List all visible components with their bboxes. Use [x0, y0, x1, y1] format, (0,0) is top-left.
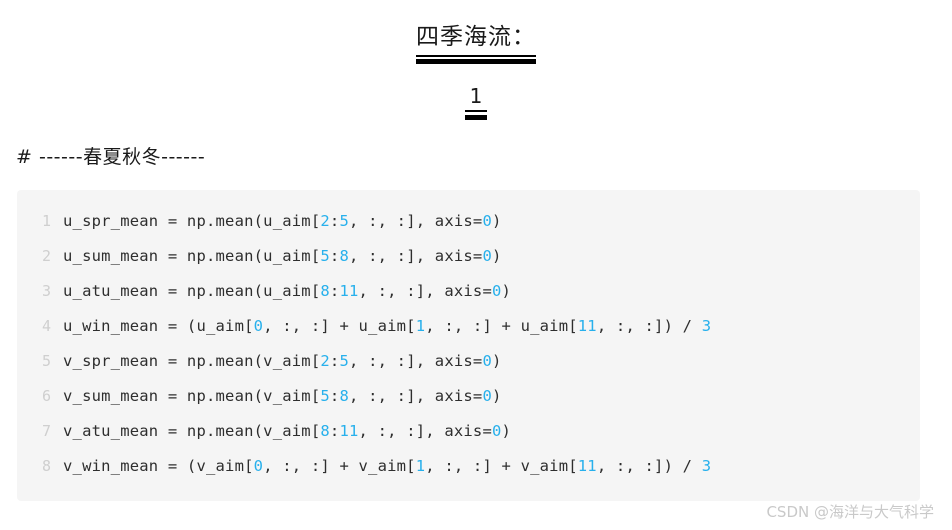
code-number-token: 5	[320, 387, 330, 405]
code-plain-token: , :, :]) /	[596, 317, 702, 335]
code-number-token: 0	[482, 387, 492, 405]
code-plain-token: , :, :] + u_aim[	[425, 317, 578, 335]
code-number-token: 0	[482, 247, 492, 265]
code-number-token: 0	[482, 212, 492, 230]
code-number-token: 8	[320, 422, 330, 440]
code-plain-token: )	[501, 422, 512, 440]
code-number-token: 11	[339, 282, 359, 300]
code-plain-token: , :, :], axis=	[358, 282, 492, 300]
code-line-text: v_sum_mean = np.mean(v_aim[5:8, :, :], a…	[63, 379, 502, 414]
line-number: 5	[41, 352, 51, 370]
code-plain-token: )	[492, 247, 502, 265]
code-line: 5 v_spr_mean = np.mean(v_aim[2:5, :, :], …	[17, 344, 920, 379]
code-line-text: v_atu_mean = np.mean(v_aim[8:11, :, :], …	[63, 414, 511, 449]
code-number-token: 0	[253, 317, 264, 335]
code-plain-token: u_atu_mean = np.mean(u_aim[	[63, 282, 321, 300]
code-number-token: 2	[320, 352, 330, 370]
page-title-text: 四季海流：	[416, 24, 536, 50]
code-plain-token: , :, :] + v_aim[	[425, 457, 578, 475]
line-number: 2	[41, 247, 51, 265]
line-number: 4	[41, 317, 51, 335]
code-plain-token: v_atu_mean = np.mean(v_aim[	[63, 422, 321, 440]
line-number: 6	[41, 387, 51, 405]
code-number-token: 3	[701, 457, 712, 475]
code-plain-token: , :, :], axis=	[358, 422, 492, 440]
code-block[interactable]: 1 u_spr_mean = np.mean(u_aim[2:5, :, :], …	[17, 190, 920, 501]
code-line-text: v_win_mean = (v_aim[0, :, :] + v_aim[1, …	[63, 449, 711, 484]
code-number-token: 8	[320, 282, 330, 300]
code-line: 3 u_atu_mean = np.mean(u_aim[8:11, :, :],…	[17, 274, 920, 309]
subtitle-underline-thick	[465, 115, 487, 120]
code-number-token: 2	[320, 212, 330, 230]
code-plain-token: , :, :]) /	[596, 457, 702, 475]
code-number-token: 8	[339, 387, 349, 405]
code-plain-token: )	[492, 212, 502, 230]
page-subtitle: 1	[465, 84, 487, 120]
code-plain-token: , :, :] + v_aim[	[263, 457, 416, 475]
code-line: 1 u_spr_mean = np.mean(u_aim[2:5, :, :], …	[17, 204, 920, 239]
code-plain-token: )	[492, 387, 502, 405]
page-title: 四季海流：	[416, 22, 536, 64]
code-number-token: 5	[339, 352, 349, 370]
title-double-underline	[416, 55, 536, 64]
code-plain-token: , :, :], axis=	[349, 387, 483, 405]
code-line: 6 v_sum_mean = np.mean(v_aim[5:8, :, :], …	[17, 379, 920, 414]
code-number-token: 1	[415, 317, 426, 335]
title-area: 四季海流： 1	[0, 0, 952, 120]
code-plain-token: , :, :], axis=	[349, 212, 483, 230]
line-number: 3	[41, 282, 51, 300]
code-line-text: u_atu_mean = np.mean(u_aim[8:11, :, :], …	[63, 274, 511, 309]
code-plain-token: , :, :], axis=	[349, 352, 483, 370]
code-number-token: 0	[253, 457, 264, 475]
code-plain-token: )	[501, 282, 512, 300]
code-plain-token: v_win_mean = (v_aim[	[63, 457, 254, 475]
code-line: 7 v_atu_mean = np.mean(v_aim[8:11, :, :],…	[17, 414, 920, 449]
line-number: 7	[41, 422, 51, 440]
code-line: 8 v_win_mean = (v_aim[0, :, :] + v_aim[1,…	[17, 449, 920, 484]
code-line-text: v_spr_mean = np.mean(v_aim[2:5, :, :], a…	[63, 344, 502, 379]
code-number-token: 11	[577, 457, 597, 475]
code-number-token: 0	[491, 282, 502, 300]
code-number-token: 11	[339, 422, 359, 440]
code-plain-token: , :, :], axis=	[349, 247, 483, 265]
line-number: 8	[41, 457, 51, 475]
code-number-token: 0	[482, 352, 492, 370]
code-plain-token: u_sum_mean = np.mean(u_aim[	[63, 247, 321, 265]
code-line: 4 u_win_mean = (u_aim[0, :, :] + u_aim[1,…	[17, 309, 920, 344]
code-line-text: u_sum_mean = np.mean(u_aim[5:8, :, :], a…	[63, 239, 502, 274]
code-plain-token: u_win_mean = (u_aim[	[63, 317, 254, 335]
code-number-token: 3	[701, 317, 712, 335]
code-number-token: 11	[577, 317, 597, 335]
code-plain-token: v_spr_mean = np.mean(v_aim[	[63, 352, 321, 370]
code-plain-token: v_sum_mean = np.mean(v_aim[	[63, 387, 321, 405]
line-number: 1	[41, 212, 51, 230]
section-comment: # ------春夏秋冬------	[16, 146, 206, 168]
code-plain-token: , :, :] + u_aim[	[263, 317, 416, 335]
code-line-text: u_spr_mean = np.mean(u_aim[2:5, :, :], a…	[63, 204, 502, 239]
code-line-text: u_win_mean = (u_aim[0, :, :] + u_aim[1, …	[63, 309, 711, 344]
code-number-token: 1	[415, 457, 426, 475]
code-plain-token: )	[492, 352, 502, 370]
watermark: CSDN @海洋与大气科学	[766, 503, 934, 521]
title-underline-thick	[416, 59, 536, 64]
code-number-token: 0	[491, 422, 502, 440]
code-line: 2 u_sum_mean = np.mean(u_aim[5:8, :, :], …	[17, 239, 920, 274]
subtitle-double-underline	[465, 110, 487, 120]
code-number-token: 5	[339, 212, 349, 230]
page-subtitle-text: 1	[469, 84, 483, 108]
code-number-token: 5	[320, 247, 330, 265]
code-number-token: 8	[339, 247, 349, 265]
code-plain-token: u_spr_mean = np.mean(u_aim[	[63, 212, 321, 230]
